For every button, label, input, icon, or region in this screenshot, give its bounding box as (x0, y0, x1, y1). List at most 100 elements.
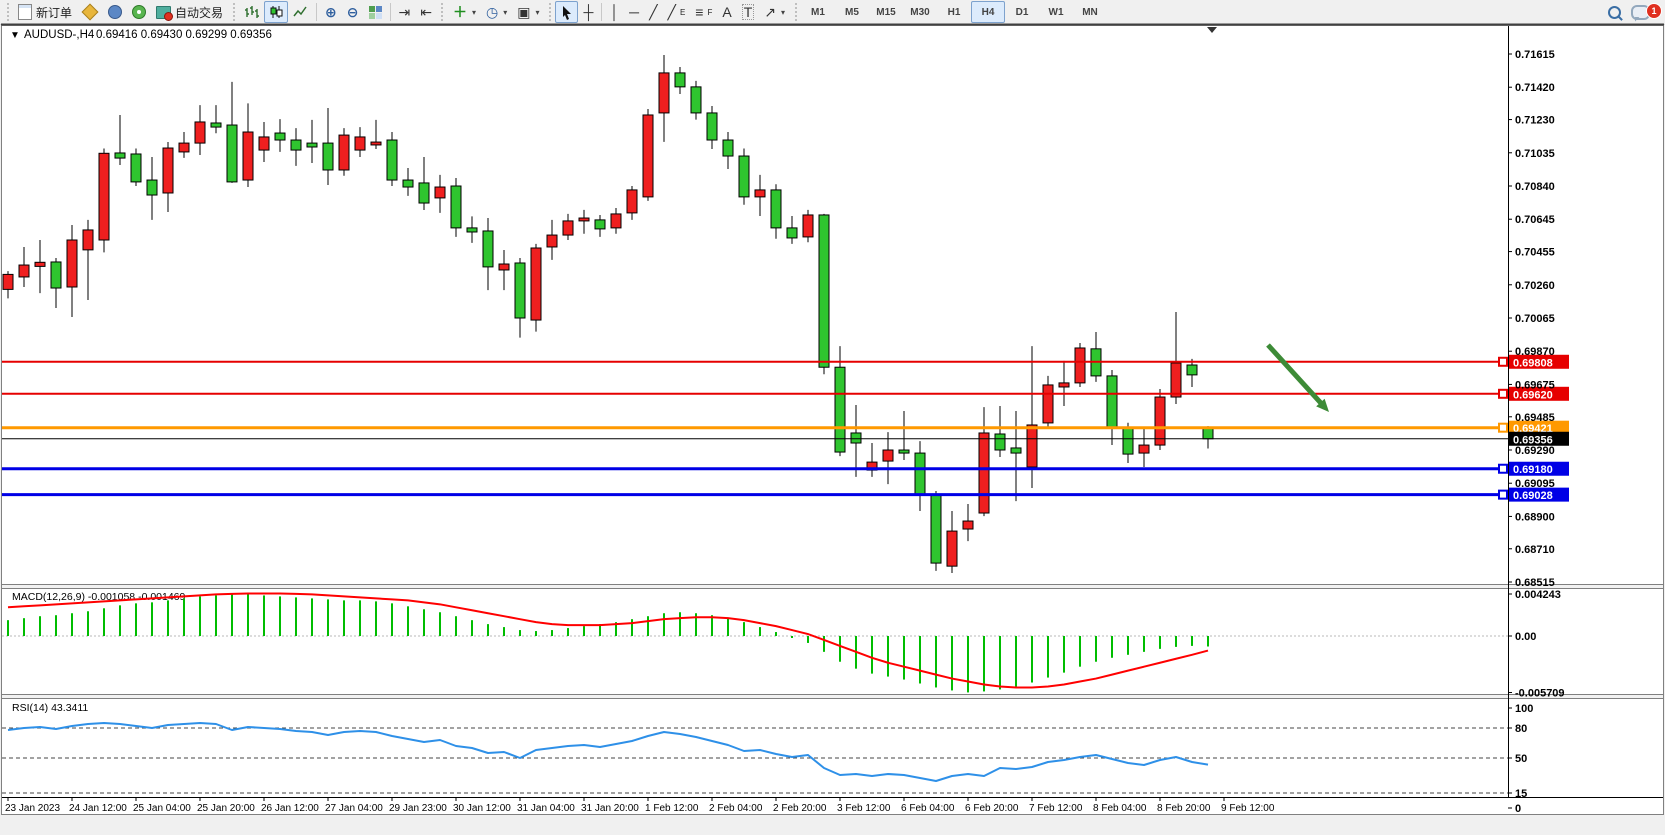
candle-up (499, 264, 509, 270)
candle-down (771, 190, 781, 228)
candle-up (1171, 363, 1181, 397)
time-axis-label: 1 Feb 12:00 (645, 803, 699, 814)
price-axis-label: 0.70840 (1515, 181, 1555, 193)
candle-down (707, 113, 717, 140)
candle-up (611, 214, 621, 228)
candle-down (323, 143, 333, 170)
price-axis-label: 0.71420 (1515, 82, 1555, 94)
app-window: 新订单 自动交易 ⊕ ⊖ ⇥ ⇤ ＋▾ (0, 0, 1665, 835)
time-axis-label: 3 Feb 12:00 (837, 803, 891, 814)
candle-up (547, 235, 557, 247)
candle-down (1187, 365, 1197, 375)
candle-up (531, 248, 541, 320)
candle-down (931, 495, 941, 563)
time-axis-label: 2 Feb 04:00 (709, 803, 763, 814)
time-axis-label: 31 Jan 20:00 (581, 803, 639, 814)
candle-down (483, 231, 493, 267)
candle-up (1027, 425, 1037, 467)
candle-up (1043, 385, 1053, 423)
candle-up (163, 148, 173, 193)
candle-up (963, 521, 973, 529)
price-axis-label: 0.71035 (1515, 148, 1555, 160)
candle-up (195, 122, 205, 143)
candle-up (339, 135, 349, 170)
macd-axis-label: -0.005709 (1515, 688, 1565, 700)
candle-up (979, 433, 989, 513)
candle-up (3, 274, 13, 289)
candle-down (995, 434, 1005, 450)
candle-up (883, 450, 893, 461)
candle-down (739, 156, 749, 197)
line-anchor-marker[interactable] (1499, 491, 1507, 499)
chart-title-ohlc: 0.69416 0.69430 0.69299 0.69356 (96, 29, 272, 41)
time-axis-label: 7 Feb 12:00 (1029, 803, 1083, 814)
candle-down (515, 263, 525, 318)
price-axis-label: 0.70645 (1515, 214, 1555, 226)
candle-down (899, 450, 909, 453)
candle-down (787, 228, 797, 238)
candle-down (275, 133, 285, 140)
chart-canvas[interactable]: ▼ AUDUSD-,H4 0.69416 0.69430 0.69299 0.6… (0, 0, 1665, 835)
time-axis-label: 29 Jan 23:00 (389, 803, 447, 814)
candle-up (1139, 445, 1149, 453)
price-axis-label: 0.69485 (1515, 412, 1555, 424)
candle-down (227, 125, 237, 182)
price-axis-label: 0.69290 (1515, 445, 1555, 457)
line-anchor-marker[interactable] (1499, 390, 1507, 398)
candle-up (243, 132, 253, 180)
candle-down (451, 186, 461, 228)
candle-up (83, 230, 93, 250)
time-axis-label: 2 Feb 20:00 (773, 803, 827, 814)
candle-down (1107, 376, 1117, 428)
candle-down (51, 262, 61, 288)
candle-down (851, 433, 861, 443)
price-axis-label: 0.68900 (1515, 511, 1555, 523)
chart-collapse-icon[interactable]: ▼ (10, 30, 20, 41)
time-axis-label: 31 Jan 04:00 (517, 803, 575, 814)
price-axis-label: 0.69095 (1515, 478, 1555, 490)
price-line-label: 0.69180 (1513, 464, 1553, 476)
candle-up (755, 190, 765, 197)
rsi-label: RSI(14) 43.3411 (12, 702, 88, 714)
time-axis-label: 23 Jan 2023 (5, 803, 60, 814)
candle-up (643, 115, 653, 197)
price-axis-label: 0.71615 (1515, 49, 1555, 61)
candle-up (259, 137, 269, 150)
time-axis-label: 9 Feb 12:00 (1221, 803, 1275, 814)
time-axis-label: 30 Jan 12:00 (453, 803, 511, 814)
line-anchor-marker[interactable] (1499, 424, 1507, 432)
rsi-axis-label: 0 (1515, 803, 1521, 815)
candle-down (595, 220, 605, 229)
time-axis-label: 6 Feb 04:00 (901, 803, 955, 814)
candle-up (19, 265, 29, 277)
candle-up (803, 215, 813, 237)
candle-up (35, 262, 45, 266)
candle-down (131, 154, 141, 182)
line-anchor-marker[interactable] (1499, 465, 1507, 473)
price-axis-label: 0.71230 (1515, 115, 1555, 127)
candle-down (115, 153, 125, 158)
candle-down (419, 183, 429, 203)
candle-down (403, 180, 413, 187)
price-axis-label: 0.68515 (1515, 577, 1555, 589)
line-anchor-marker[interactable] (1499, 358, 1507, 366)
time-axis-label: 8 Feb 20:00 (1157, 803, 1211, 814)
price-axis-label: 0.70455 (1515, 247, 1555, 259)
rsi-axis-label: 80 (1515, 723, 1527, 735)
price-axis-label: 0.70065 (1515, 313, 1555, 325)
candle-up (355, 137, 365, 150)
candle-down (819, 215, 829, 367)
candle-up (947, 531, 957, 566)
time-axis-label: 25 Jan 20:00 (197, 803, 255, 814)
candle-up (67, 240, 77, 287)
time-axis-label: 6 Feb 20:00 (965, 803, 1019, 814)
candle-up (563, 221, 573, 235)
candle-down (675, 73, 685, 87)
candle-up (435, 187, 445, 198)
candle-down (1123, 428, 1133, 454)
candle-up (659, 73, 669, 113)
candle-down (691, 87, 701, 113)
candle-down (467, 228, 477, 232)
candle-up (1075, 348, 1085, 383)
macd-axis-label: 0.00 (1515, 631, 1536, 643)
